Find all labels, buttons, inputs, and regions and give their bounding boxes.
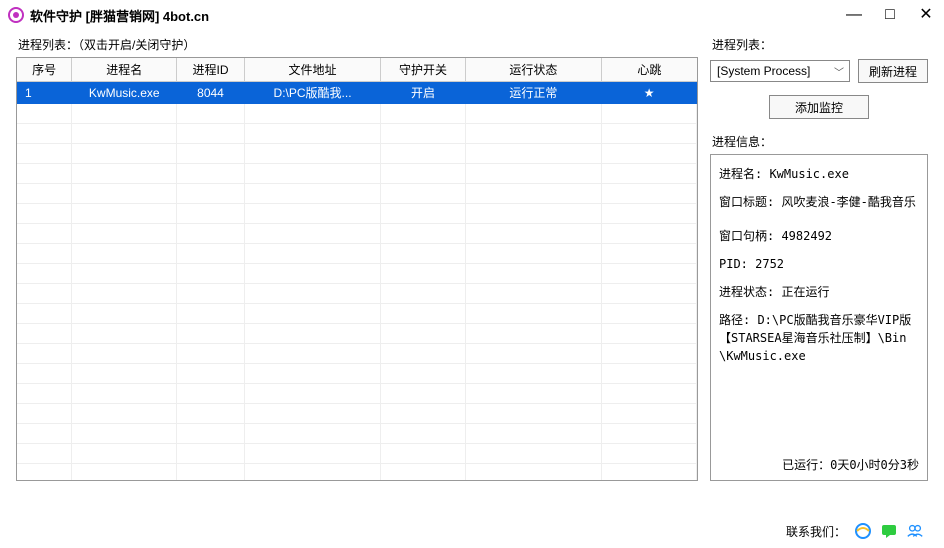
cell-name: KwMusic.exe [72,82,177,104]
info-name: 进程名: KwMusic.exe [719,165,919,183]
table-row[interactable] [17,124,697,144]
info-hwnd: 窗口句柄: 4982492 [719,227,919,245]
cell-hb: ★ [602,82,697,104]
window-controls: — □ ✕ [844,7,936,23]
right-list-label: 进程列表： [712,36,928,53]
col-name[interactable]: 进程名 [72,58,177,82]
info-label: 进程信息： [712,133,928,150]
footer: 联系我们： [786,522,924,540]
maximize-button[interactable]: □ [880,7,900,23]
contact-label: 联系我们： [786,523,846,540]
col-pid[interactable]: 进程ID [177,58,244,82]
col-path[interactable]: 文件地址 [244,58,381,82]
info-pid: PID: 2752 [719,255,919,273]
table-header: 序号 进程名 进程ID 文件地址 守护开关 运行状态 心跳 [17,58,697,82]
col-switch[interactable]: 守护开关 [381,58,465,82]
table-row[interactable] [17,244,697,264]
window-title: 软件守护 [胖猫营销网] 4bot.cn [30,6,209,25]
chat-icon[interactable] [880,522,898,540]
table-row[interactable] [17,344,697,364]
table-row[interactable] [17,304,697,324]
col-status[interactable]: 运行状态 [465,58,602,82]
table-row[interactable] [17,464,697,482]
process-list-label: 进程列表：（双击开启/关闭守护） [18,36,698,53]
process-info-box: 进程名: KwMusic.exe 窗口标题: 风吹麦浪-李健-酷我音乐 窗口句柄… [710,154,928,481]
table-row[interactable] [17,424,697,444]
info-title: 窗口标题: 风吹麦浪-李健-酷我音乐 [719,193,919,211]
cell-path: D:\PC版酷我... [244,82,381,104]
table-row[interactable] [17,164,697,184]
table-row[interactable]: 1 KwMusic.exe 8044 D:\PC版酷我... 开启 运行正常 ★ [17,82,697,104]
runtime-text: 已运行：0天0小时0分3秒 [782,456,919,474]
table-row[interactable] [17,444,697,464]
info-status: 进程状态: 正在运行 [719,283,919,301]
ie-icon[interactable] [854,522,872,540]
table-row[interactable] [17,104,697,124]
info-path: 路径: D:\PC版酷我音乐豪华VIP版【STARSEA星海音乐社压制】\Bin… [719,311,919,365]
table-row[interactable] [17,184,697,204]
minimize-button[interactable]: — [844,7,864,23]
add-monitor-button[interactable]: 添加监控 [769,95,869,119]
cell-switch: 开启 [381,82,465,104]
table-row[interactable] [17,364,697,384]
titlebar: 软件守护 [胖猫营销网] 4bot.cn — □ ✕ [0,0,944,30]
col-seq[interactable]: 序号 [17,58,72,82]
table-row[interactable] [17,144,697,164]
combo-value: [System Process] [717,64,810,78]
process-combobox[interactable]: [System Process] ﹀ [710,60,850,82]
cell-pid: 8044 [177,82,244,104]
app-icon [8,7,24,23]
chevron-down-icon: ﹀ [831,64,847,79]
process-table[interactable]: 序号 进程名 进程ID 文件地址 守护开关 运行状态 心跳 1 KwMusic.… [16,57,698,481]
refresh-button[interactable]: 刷新进程 [858,59,928,83]
table-row[interactable] [17,324,697,344]
table-row[interactable] [17,404,697,424]
table-row[interactable] [17,284,697,304]
cell-status: 运行正常 [465,82,602,104]
table-row[interactable] [17,224,697,244]
group-icon[interactable] [906,522,924,540]
table-row[interactable] [17,264,697,284]
table-row[interactable] [17,204,697,224]
col-hb[interactable]: 心跳 [602,58,697,82]
cell-seq: 1 [17,82,72,104]
close-button[interactable]: ✕ [916,7,936,23]
table-row[interactable] [17,384,697,404]
